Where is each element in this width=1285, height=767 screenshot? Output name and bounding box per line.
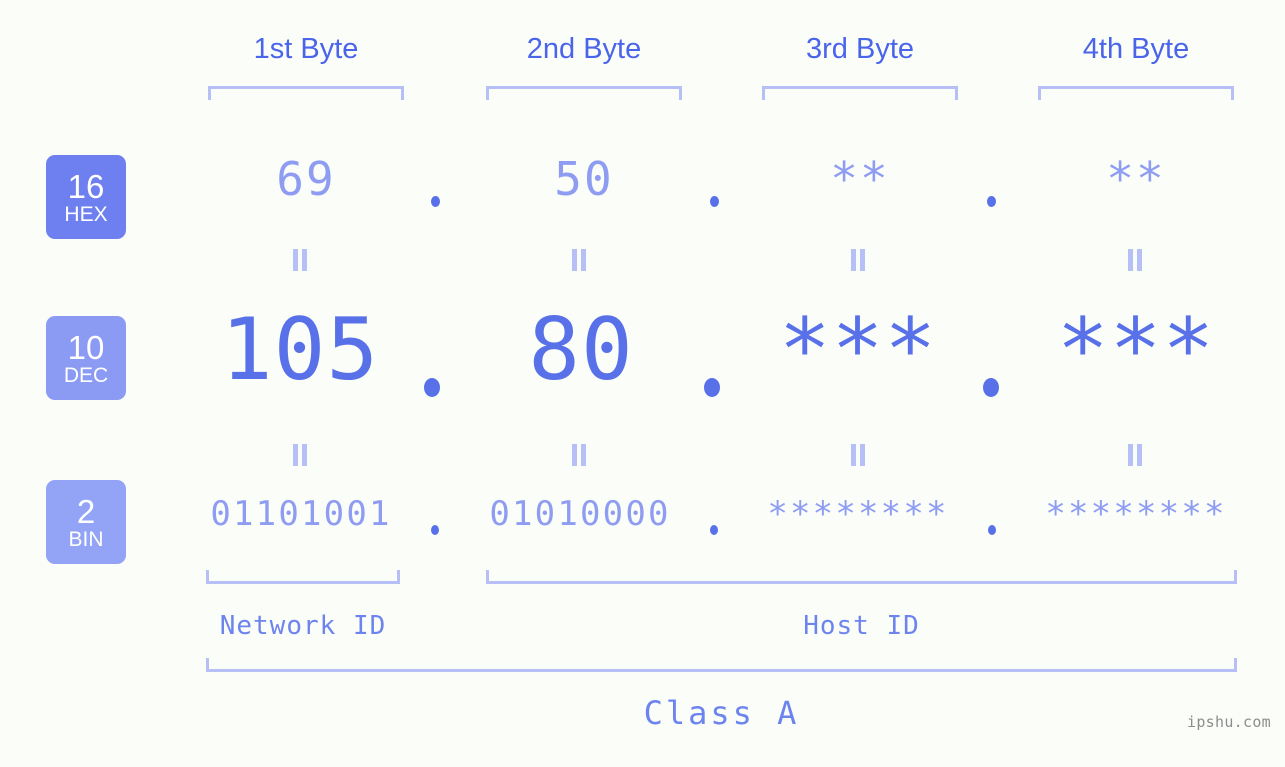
hex-byte-1: 69 [276,152,336,206]
base-badge-bin-number: 2 [76,492,96,530]
dec-separator-dot-1 [424,378,440,397]
dec-byte-3: *** [778,300,938,400]
hex-separator-dot-1 [431,196,440,207]
base-badge-hex: 16 HEX [46,155,126,239]
host-id-label: Host ID [803,611,920,641]
equals-connector-hex-dec-4 [1128,249,1144,271]
byte-header-1: 1st Byte [253,33,359,65]
byte-bracket-3 [762,86,958,100]
dec-byte-4: *** [1056,300,1216,400]
dec-byte-2: 80 [528,300,634,400]
class-label: Class A [643,694,800,732]
equals-connector-hex-dec-3 [851,249,867,271]
dec-separator-dot-3 [983,378,999,397]
byte-bracket-1 [208,86,404,100]
byte-bracket-2 [486,86,682,100]
byte-header-3: 3rd Byte [806,33,914,65]
bin-byte-2: 01010000 [489,494,671,534]
bin-byte-4: ******** [1045,494,1227,534]
ip-address-breakdown-diagram: 1st Byte 2nd Byte 3rd Byte 4th Byte 16 H… [0,0,1285,767]
class-bracket [206,658,1237,672]
base-badge-bin: 2 BIN [46,480,126,564]
base-badge-dec-name: DEC [63,363,109,387]
hex-byte-2: 50 [554,152,614,206]
watermark: ipshu.com [1187,713,1271,731]
bin-byte-1: 01101001 [210,494,392,534]
base-badge-bin-name: BIN [68,527,104,551]
equals-connector-dec-bin-1 [293,444,309,466]
bin-separator-dot-3 [988,525,996,535]
byte-bracket-4 [1038,86,1234,100]
base-badge-dec-number: 10 [67,328,105,366]
byte-header-4: 4th Byte [1082,33,1190,65]
bin-byte-3: ******** [767,494,949,534]
dec-byte-1: 105 [220,300,380,400]
equals-connector-dec-bin-3 [851,444,867,466]
hex-byte-3: ** [830,152,890,206]
network-id-bracket [206,570,400,584]
equals-connector-dec-bin-2 [572,444,588,466]
byte-header-2: 2nd Byte [526,33,642,65]
equals-connector-dec-bin-4 [1128,444,1144,466]
bin-separator-dot-1 [431,525,439,535]
bin-separator-dot-2 [710,525,718,535]
equals-connector-hex-dec-1 [293,249,309,271]
hex-byte-4: ** [1106,152,1166,206]
base-badge-dec: 10 DEC [46,316,126,400]
equals-connector-hex-dec-2 [572,249,588,271]
hex-separator-dot-3 [987,196,996,207]
network-id-label: Network ID [219,611,387,641]
hex-separator-dot-2 [710,196,719,207]
base-badge-hex-name: HEX [64,202,108,226]
host-id-bracket [486,570,1237,584]
dec-separator-dot-2 [704,378,720,397]
base-badge-hex-number: 16 [67,167,105,205]
